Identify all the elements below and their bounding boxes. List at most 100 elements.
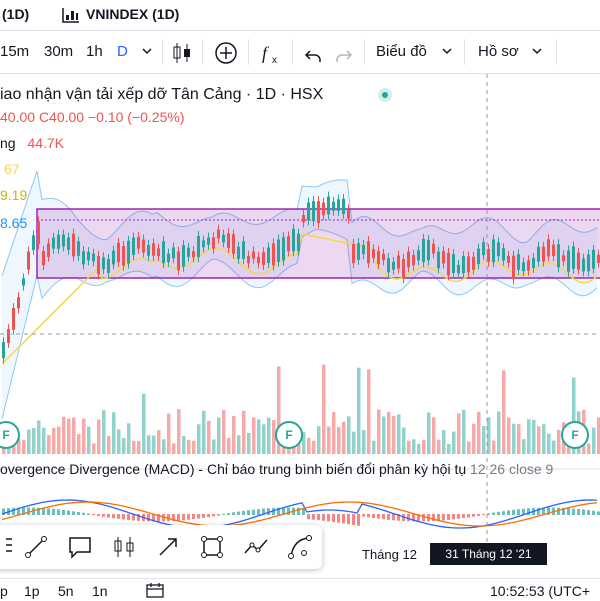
volume-bar: [442, 430, 446, 454]
candle-body: [257, 256, 260, 264]
interval-30m[interactable]: 30m: [44, 31, 73, 73]
candle-body: [562, 255, 565, 262]
rectangle-tool-icon[interactable]: [196, 531, 228, 563]
path-tool-icon[interactable]: [240, 531, 272, 563]
interval-1h[interactable]: 1h: [86, 31, 103, 73]
symbol-interval[interactable]: (1D): [2, 6, 29, 22]
volume-bar: [207, 420, 211, 454]
candle-body: [127, 240, 130, 264]
candle-body: [262, 252, 265, 266]
volume-bar: [547, 433, 551, 454]
volume-bar: [107, 435, 111, 454]
macd-histogram-bar: [127, 514, 130, 521]
volume-bar: [372, 440, 376, 454]
candle-body: [362, 244, 365, 255]
earnings-marker[interactable]: F: [275, 421, 303, 449]
candle-body: [82, 251, 85, 265]
macd-histogram-bar: [352, 514, 355, 526]
candle-body: [107, 258, 110, 273]
symbol-title: iao nhận vận tải xếp dỡ Tân Cảng · 1D · …: [0, 86, 324, 103]
candle-body: [32, 235, 35, 251]
volume-bar: [187, 439, 191, 454]
macd-histogram-bar: [222, 513, 225, 515]
profile-chevron-icon[interactable]: [532, 31, 542, 73]
redo-icon[interactable]: [334, 42, 354, 62]
macd-histogram-bar: [567, 508, 570, 515]
macd-histogram-bar: [492, 512, 495, 515]
volume-bar: [242, 410, 246, 454]
volume-bar: [447, 443, 451, 454]
volume-bar: [72, 417, 76, 454]
earnings-marker[interactable]: F: [561, 421, 589, 449]
chart-type-menu[interactable]: Biểu đồ: [376, 31, 427, 73]
curve-tool-icon[interactable]: [284, 531, 316, 563]
candle-body: [497, 242, 500, 257]
candle-body: [142, 239, 145, 253]
chart-type-chevron-icon[interactable]: [442, 31, 452, 73]
candle-body: [217, 229, 220, 239]
interval-15m[interactable]: 15m: [0, 31, 29, 73]
volume-bar: [307, 437, 311, 454]
candle-body: [152, 243, 155, 256]
candle-body: [542, 246, 545, 262]
text-note-icon[interactable]: [64, 531, 96, 563]
volume-bar: [197, 424, 201, 454]
candle-body: [507, 255, 510, 263]
range-5n[interactable]: 5n: [58, 583, 74, 599]
volume-bar: [132, 440, 136, 454]
macd-histogram-bar: [297, 507, 300, 515]
range-1n[interactable]: 1n: [92, 583, 108, 599]
candles-icon[interactable]: [172, 40, 192, 64]
candle-body: [312, 201, 315, 222]
arrow-tool-icon[interactable]: [152, 531, 184, 563]
candle-body: [412, 254, 415, 266]
candle-body: [442, 251, 445, 264]
indicators-fx-icon[interactable]: fx: [260, 40, 284, 66]
trend-line-icon[interactable]: [20, 531, 52, 563]
profile-menu[interactable]: Hồ sơ: [478, 31, 519, 73]
add-indicator-icon[interactable]: [214, 40, 238, 64]
candle-body: [137, 236, 140, 249]
candle-body: [232, 234, 235, 254]
candle-body: [462, 256, 465, 274]
macd-histogram-bar: [67, 510, 70, 515]
patterns-icon[interactable]: [108, 531, 140, 563]
range-partial[interactable]: p: [0, 583, 8, 599]
macd-histogram-bar: [482, 514, 485, 516]
candle-body: [582, 258, 585, 272]
drawing-toolbar: [0, 525, 322, 569]
volume-bar: [422, 439, 426, 454]
range-1p[interactable]: 1p: [24, 583, 40, 599]
volume-label: ng: [0, 135, 16, 151]
candle-body: [547, 239, 550, 257]
volume-bar: [32, 427, 36, 454]
macd-histogram-bar: [572, 508, 575, 515]
macd-histogram-bar: [97, 514, 100, 517]
candle-body: [172, 247, 175, 259]
bottom-bar: p 1p 5n 1n 10:52:53 (UTC+: [0, 578, 600, 601]
macd-histogram-bar: [252, 509, 255, 515]
volume-bar: [247, 432, 251, 454]
macd-histogram-bar: [332, 514, 335, 523]
volume-bar: [152, 435, 156, 454]
macd-histogram-bar: [587, 510, 590, 515]
volume-bar: [92, 443, 96, 454]
interval-d[interactable]: D: [117, 31, 128, 73]
candle-body: [307, 202, 310, 221]
candle-body: [337, 199, 340, 212]
calendar-icon[interactable]: [146, 582, 164, 601]
compare-symbol-label[interactable]: VNINDEX (1D): [86, 6, 179, 22]
candle-body: [397, 255, 400, 269]
volume-bar: [472, 423, 476, 454]
volume-bar: [142, 393, 146, 454]
volume-bar: [477, 411, 481, 454]
candle-body: [52, 237, 55, 249]
interval-dropdown-icon[interactable]: [142, 31, 152, 73]
undo-icon[interactable]: [303, 42, 323, 62]
macd-histogram-bar: [342, 514, 345, 524]
chart-toolbar: 15m 30m 1h D fx Biểu đồ Hồ sơ: [0, 31, 600, 74]
candle-body: [457, 264, 460, 274]
candle-body: [112, 250, 115, 265]
candle-body: [62, 234, 65, 247]
candle-body: [2, 342, 5, 359]
